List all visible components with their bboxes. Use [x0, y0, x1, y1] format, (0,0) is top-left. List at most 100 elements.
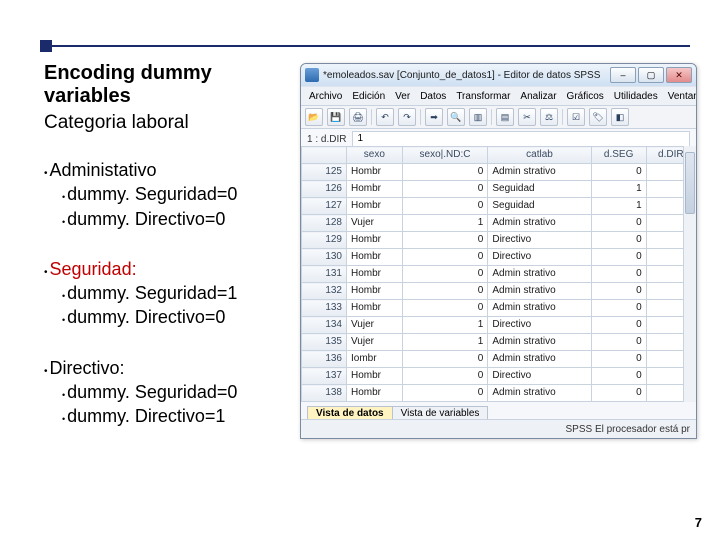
vertical-scrollbar[interactable] — [683, 146, 696, 402]
cell[interactable]: Directivo — [488, 317, 591, 334]
cell[interactable]: 0 — [591, 249, 646, 266]
cell[interactable]: Hombr — [347, 249, 403, 266]
row-number[interactable]: 138 — [302, 385, 347, 402]
cell[interactable]: 1 — [402, 334, 488, 351]
cell[interactable]: Vujer — [347, 215, 403, 232]
cell[interactable]: 0 — [402, 266, 488, 283]
cell[interactable]: Hombr — [347, 368, 403, 385]
cell[interactable]: Admin strativo — [488, 402, 591, 403]
cell[interactable]: Admin strativo — [488, 351, 591, 368]
cell[interactable]: Hombr — [347, 198, 403, 215]
cell[interactable]: Hombr — [347, 181, 403, 198]
cell[interactable]: Directivo — [488, 232, 591, 249]
cell[interactable]: Hombr — [347, 283, 403, 300]
cell[interactable]: Hombr — [347, 385, 403, 402]
redo-icon[interactable]: ↷ — [398, 108, 416, 126]
menu-ventana[interactable]: Ventana — [664, 91, 697, 102]
cell[interactable]: 0 — [591, 232, 646, 249]
cell[interactable]: Admin strativo — [488, 283, 591, 300]
insert-var-icon[interactable]: ▥ — [469, 108, 487, 126]
select-icon[interactable]: ☑ — [567, 108, 585, 126]
open-icon[interactable]: 📂 — [305, 108, 323, 126]
row-number[interactable]: 137 — [302, 368, 347, 385]
cell[interactable]: 0 — [591, 368, 646, 385]
value-labels-icon[interactable]: 🏷 — [589, 108, 607, 126]
cell[interactable]: Seguidad — [488, 198, 591, 215]
cell[interactable]: 0 — [402, 232, 488, 249]
cell[interactable]: 1 — [402, 215, 488, 232]
menu-ver[interactable]: Ver — [391, 91, 414, 102]
cell[interactable]: 0 — [402, 249, 488, 266]
find-icon[interactable]: 🔍 — [447, 108, 465, 126]
cell[interactable]: Iombr — [347, 351, 403, 368]
cell[interactable]: 0 — [402, 300, 488, 317]
cell[interactable]: Hombr — [347, 300, 403, 317]
minimize-button[interactable]: – — [610, 67, 636, 83]
cell[interactable]: Admin strativo — [488, 266, 591, 283]
cell[interactable]: Vujer — [347, 402, 403, 403]
row-number[interactable]: 126 — [302, 181, 347, 198]
cell[interactable]: 0 — [591, 351, 646, 368]
cell[interactable]: 0 — [402, 283, 488, 300]
weight-icon[interactable]: ⚖ — [540, 108, 558, 126]
menu-edición[interactable]: Edición — [348, 91, 389, 102]
cell[interactable]: Admin strativo — [488, 300, 591, 317]
row-number[interactable]: 127 — [302, 198, 347, 215]
close-button[interactable]: ✕ — [666, 67, 692, 83]
cell[interactable]: 0 — [591, 402, 646, 403]
row-number[interactable]: 129 — [302, 232, 347, 249]
menu-archivo[interactable]: Archivo — [305, 91, 346, 102]
row-number[interactable]: 133 — [302, 300, 347, 317]
row-number[interactable]: 125 — [302, 164, 347, 181]
menu-utilidades[interactable]: Utilidades — [610, 91, 662, 102]
cell[interactable]: 1 — [591, 198, 646, 215]
menu-datos[interactable]: Datos — [416, 91, 450, 102]
row-number[interactable]: 134 — [302, 317, 347, 334]
column-header[interactable]: d.SEG — [591, 147, 646, 164]
column-header[interactable]: sexo|.ND:C — [402, 147, 488, 164]
cell[interactable]: Admin strativo — [488, 334, 591, 351]
menu-gráficos[interactable]: Gráficos — [563, 91, 608, 102]
cell[interactable]: 0 — [591, 164, 646, 181]
tab-vista-datos[interactable]: Vista de datos — [307, 406, 393, 420]
cell[interactable]: 0 — [591, 215, 646, 232]
cell[interactable]: 0 — [591, 283, 646, 300]
cell[interactable]: Directivo — [488, 368, 591, 385]
maximize-button[interactable]: ▢ — [638, 67, 664, 83]
cell[interactable]: 0 — [591, 300, 646, 317]
split-icon[interactable]: ✂ — [518, 108, 536, 126]
row-number[interactable]: 131 — [302, 266, 347, 283]
cell[interactable]: 0 — [591, 385, 646, 402]
insert-case-icon[interactable]: ▤ — [496, 108, 514, 126]
cell[interactable]: 0 — [591, 334, 646, 351]
cell[interactable]: 0 — [402, 198, 488, 215]
cell[interactable]: 1 — [402, 402, 488, 403]
row-number[interactable]: 136 — [302, 351, 347, 368]
cell[interactable]: 1 — [402, 317, 488, 334]
cell[interactable]: Admin strativo — [488, 215, 591, 232]
use-sets-icon[interactable]: ◧ — [611, 108, 629, 126]
cell[interactable]: 0 — [402, 181, 488, 198]
cell[interactable]: Vujer — [347, 334, 403, 351]
cell[interactable]: Directivo — [488, 249, 591, 266]
row-number[interactable]: 130 — [302, 249, 347, 266]
cell[interactable]: Vujer — [347, 317, 403, 334]
cell[interactable]: 0 — [402, 351, 488, 368]
row-number[interactable]: 135 — [302, 334, 347, 351]
tab-vista-variables[interactable]: Vista de variables — [392, 406, 489, 420]
menu-transformar[interactable]: Transformar — [452, 91, 514, 102]
column-header[interactable]: catlab — [488, 147, 591, 164]
goto-icon[interactable]: ➡ — [425, 108, 443, 126]
column-header[interactable]: sexo — [347, 147, 403, 164]
print-icon[interactable]: 🖨 — [349, 108, 367, 126]
row-number[interactable]: 139 — [302, 402, 347, 403]
cell[interactable]: 0 — [402, 164, 488, 181]
cell[interactable]: Hombr — [347, 266, 403, 283]
cell[interactable]: Seguidad — [488, 181, 591, 198]
cell[interactable]: 0 — [402, 385, 488, 402]
cell[interactable]: 1 — [591, 181, 646, 198]
cell[interactable]: 0 — [591, 266, 646, 283]
cell[interactable]: 0 — [402, 368, 488, 385]
scrollbar-thumb[interactable] — [685, 152, 695, 214]
undo-icon[interactable]: ↶ — [376, 108, 394, 126]
